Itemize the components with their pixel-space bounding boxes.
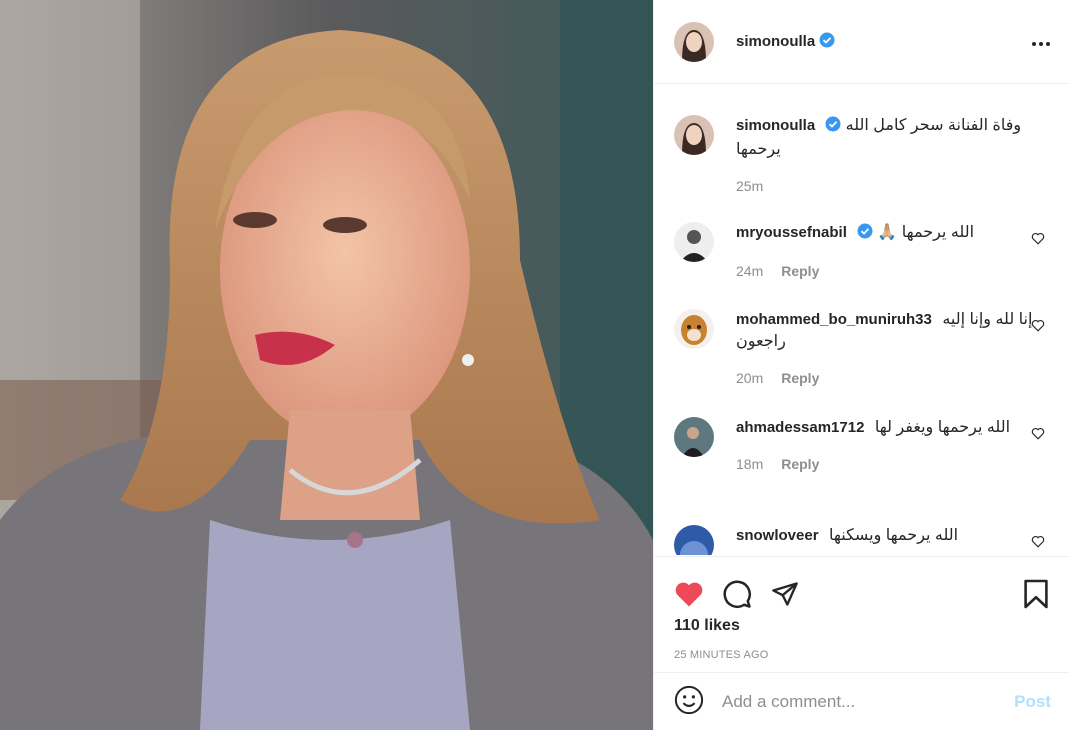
comment-text: الله يرحمها 🙏🏼 [877, 224, 975, 241]
commenter-avatar-image [674, 309, 714, 349]
like-comment-heart-icon[interactable] [1031, 319, 1045, 335]
comment-item: snowloveer الله يرحمها ويسكنها [674, 525, 1049, 555]
verified-badge-icon [819, 32, 835, 51]
author-avatar[interactable] [674, 21, 714, 62]
comment-username[interactable]: mryoussefnabil [736, 224, 847, 241]
like-comment-heart-icon[interactable] [1031, 232, 1045, 248]
likes-count[interactable]: 110 likes [654, 617, 1069, 635]
comment-timestamp: 18m [736, 456, 764, 472]
paper-plane-icon[interactable] [770, 580, 800, 608]
post-photo-image [0, 0, 653, 730]
reply-button[interactable]: Reply [781, 263, 819, 279]
post-header: simonoulla [654, 0, 1069, 84]
comment-composer: Post [654, 672, 1069, 730]
more-options-icon[interactable] [1031, 34, 1051, 50]
verified-badge-icon [857, 223, 873, 246]
commenter-avatar-image [674, 525, 714, 555]
author-avatar-image [674, 115, 714, 155]
post-photo[interactable] [0, 0, 653, 730]
author-avatar-image [674, 21, 714, 62]
post-comment-button[interactable]: Post [1014, 692, 1051, 712]
commenter-avatar[interactable] [674, 417, 714, 457]
comment-username[interactable]: snowloveer [736, 527, 819, 544]
heart-filled-icon[interactable] [674, 580, 704, 608]
comment-username[interactable]: ahmadessam1712 [736, 419, 864, 436]
author-username[interactable]: simonoulla [736, 33, 815, 50]
comment-text: الله يرحمها ويغفر لها [874, 419, 1011, 436]
commenter-avatar[interactable] [674, 525, 714, 555]
reply-button[interactable]: Reply [781, 456, 819, 472]
comment-bubble-icon[interactable] [722, 579, 752, 609]
comment-timestamp: 24m [736, 263, 764, 279]
comment-text: الله يرحمها ويسكنها [828, 527, 959, 544]
verified-badge-icon [825, 116, 841, 139]
instagram-post-modal: simonoulla simonoulla وفاة الفنانة سحر ك… [0, 0, 1069, 730]
like-comment-heart-icon[interactable] [1031, 427, 1045, 443]
add-comment-input[interactable] [722, 691, 1015, 712]
comment-item: mryoussefnabil الله يرحمها 🙏🏼 24m Reply [674, 222, 1049, 282]
post-timestamp: 25 MINUTES AGO [674, 649, 769, 661]
commenter-avatar-image [674, 222, 714, 262]
comment-item: mohammed_bo_muniruh33 إنا لله وإنا إليه … [674, 309, 1049, 389]
post-caption: simonoulla وفاة الفنانة سحر كامل الله ير… [674, 115, 1049, 197]
commenter-avatar-image [674, 417, 714, 457]
commenter-avatar[interactable] [674, 222, 714, 262]
comment-item: ahmadessam1712 الله يرحمها ويغفر لها 18m… [674, 417, 1049, 475]
author-avatar[interactable] [674, 115, 714, 155]
caption-username[interactable]: simonoulla [736, 117, 815, 134]
emoji-smile-icon[interactable] [674, 685, 704, 718]
post-actions: 110 likes 25 MINUTES AGO [654, 556, 1069, 661]
comment-username[interactable]: mohammed_bo_muniruh33 [736, 311, 932, 328]
comments-list[interactable]: simonoulla وفاة الفنانة سحر كامل الله ير… [654, 85, 1069, 555]
post-sidebar: simonoulla simonoulla وفاة الفنانة سحر ك… [653, 0, 1069, 730]
reply-button[interactable]: Reply [781, 370, 819, 386]
commenter-avatar[interactable] [674, 309, 714, 349]
comment-timestamp: 20m [736, 370, 764, 386]
bookmark-icon[interactable] [1023, 578, 1049, 610]
like-comment-heart-icon[interactable] [1031, 535, 1045, 551]
caption-timestamp: 25m [736, 178, 764, 194]
